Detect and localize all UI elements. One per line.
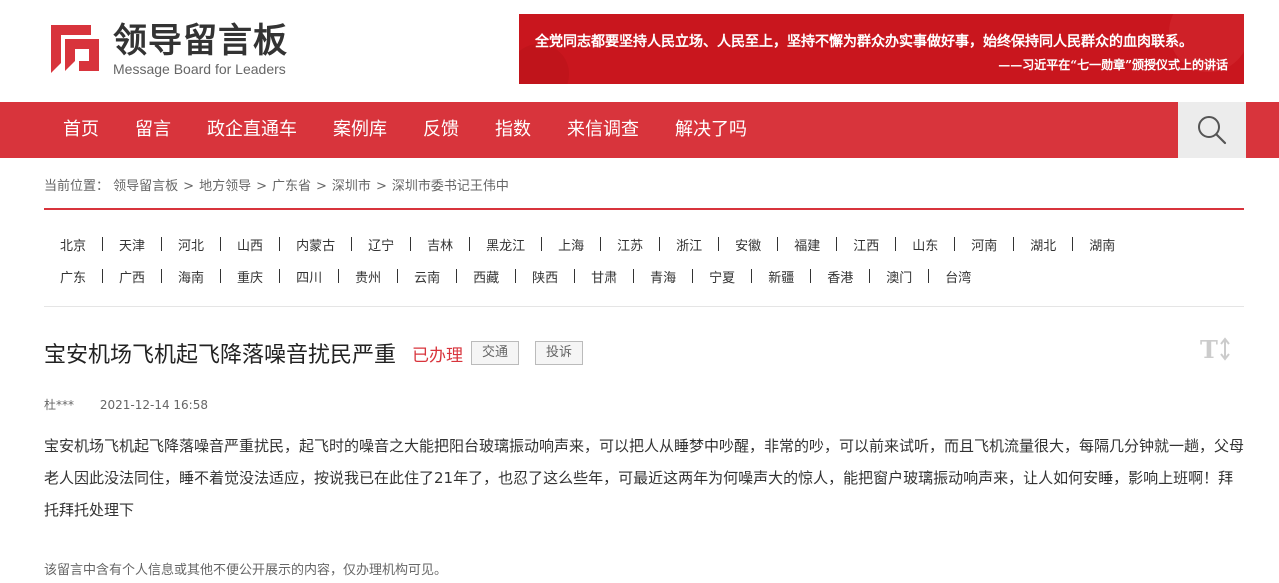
region-link[interactable]: 重庆 [221,267,279,286]
region-link[interactable]: 河南 [955,235,1013,254]
privacy-note: 该留言中含有个人信息或其他不便公开展示的内容，仅办理机构可见。 [44,563,448,578]
region-link[interactable]: 新疆 [752,267,810,286]
region-link[interactable]: 山东 [896,235,954,254]
region-link[interactable]: 陕西 [516,267,574,286]
section-divider-red [44,208,1244,210]
region-link[interactable]: 福建 [778,235,836,254]
region-link[interactable]: 甘肃 [575,267,633,286]
breadcrumb-item[interactable]: 领导留言板 [113,179,178,194]
breadcrumb-item[interactable]: 深圳市委书记王伟中 [392,179,509,194]
region-link[interactable]: 江西 [837,235,895,254]
section-divider-gray [44,306,1244,307]
breadcrumb-separator: > [256,179,267,194]
region-link[interactable]: 浙江 [660,235,718,254]
post-date: 2021-12-14 16:58 [99,398,208,412]
region-link[interactable]: 海南 [162,267,220,286]
nav-item-survey[interactable]: 来信调查 [549,102,657,158]
logo-title: 领导留言板 [113,21,288,61]
breadcrumb-separator: > [183,179,195,194]
main-nav: 首页 留言 政企直通车 案例库 反馈 指数 来信调查 解决了吗 [0,102,1279,158]
region-link[interactable]: 澳门 [870,267,928,286]
region-link[interactable]: 吉林 [411,235,469,254]
search-icon [1198,116,1227,145]
region-link[interactable]: 安徽 [719,235,777,254]
site-header: 领导留言板 Message Board for Leaders 全党同志都要坚持… [0,0,1279,102]
region-link[interactable]: 云南 [398,267,456,286]
region-link[interactable]: 西藏 [457,267,515,286]
region-link[interactable]: 香港 [811,267,869,286]
region-link[interactable]: 上海 [542,235,600,254]
message-title: 宝安机场飞机起飞降落噪音扰民严重 [44,343,397,368]
breadcrumb-separator: > [316,179,327,194]
nav-item-messages[interactable]: 留言 [117,102,189,158]
breadcrumb-item[interactable]: 深圳市 [332,179,371,194]
status-badge: 已办理 [412,345,464,366]
search-button[interactable] [1178,102,1246,158]
banner-source: ——习近平在“七一勋章”颁授仪式上的讲话 [998,58,1228,72]
region-link[interactable]: 台湾 [929,267,987,286]
region-link[interactable]: 天津 [103,235,161,254]
region-link[interactable]: 山西 [221,235,279,254]
breadcrumb-item[interactable]: 地方领导 [199,179,251,194]
region-link[interactable]: 宁夏 [693,267,751,286]
region-row: 北京 天津 河北 山西 内蒙古 辽宁 吉林 黑龙江 上海 江苏 浙江 安徽 福建 江西 山东 河南 湖北 湖南 [44,228,1244,260]
region-list: 北京 天津 河北 山西 内蒙古 辽宁 吉林 黑龙江 上海 江苏 浙江 安徽 福建 江西 山东 河南 湖北 湖南 广… [44,228,1244,292]
nav-item-enterprise[interactable]: 政企直通车 [189,102,315,158]
region-link[interactable]: 湖南 [1073,235,1131,254]
nav-item-cases[interactable]: 案例库 [315,102,405,158]
banner-quote: 全党同志都要坚持人民立场、人民至上，坚持不懈为群众办实事做好事，始终保持同人民群… [535,34,1193,50]
breadcrumb-prefix: 当前位置： [44,179,110,194]
author: 杜*** [44,398,75,412]
breadcrumb: 当前位置： 领导留言板 > 地方领导 > 广东省 > 深圳市 > 深圳市委书记王伟中 [44,175,509,194]
logo-subtitle: Message Board for Leaders [113,61,286,77]
message-meta: 杜*** 2021-12-14 16:58 [44,396,208,413]
breadcrumb-item[interactable]: 广东省 [272,179,311,194]
region-link[interactable]: 北京 [44,235,102,254]
region-link[interactable]: 辽宁 [352,235,410,254]
region-row: 广东 广西 海南 重庆 四川 贵州 云南 西藏 陕西 甘肃 青海 宁夏 新疆 香港 澳门 台湾 [44,260,1244,292]
region-link[interactable]: 四川 [280,267,338,286]
logo-mark-icon [45,21,103,79]
region-link[interactable]: 黑龙江 [470,235,541,254]
nav-item-solved[interactable]: 解决了吗 [657,102,765,158]
site-logo[interactable]: 领导留言板 Message Board for Leaders [45,20,345,80]
region-link[interactable]: 江苏 [601,235,659,254]
complaint-tag[interactable]: 投诉 [535,341,584,365]
region-link[interactable]: 青海 [634,267,692,286]
message-title-row: 宝安机场飞机起飞降落噪音扰民严重 已办理 交通 投诉 [44,338,584,368]
region-link[interactable]: 内蒙古 [280,235,351,254]
nav-item-index[interactable]: 指数 [477,102,549,158]
region-link[interactable]: 湖北 [1014,235,1072,254]
message-body: 宝安机场飞机起飞降落噪音严重扰民，起飞时的噪音之大能把阳台玻璃振动响声来，可以把… [44,437,1245,519]
nav-item-home[interactable]: 首页 [45,102,117,158]
font-size-icon[interactable]: T [1200,334,1234,364]
region-link[interactable]: 广东 [44,267,102,286]
svg-text:T: T [1200,335,1218,364]
region-link[interactable]: 贵州 [339,267,397,286]
breadcrumb-separator: > [375,179,387,194]
slogan-banner: 全党同志都要坚持人民立场、人民至上，坚持不懈为群众办实事做好事，始终保持同人民群… [519,14,1244,84]
nav-item-feedback[interactable]: 反馈 [405,102,477,158]
region-link[interactable]: 河北 [162,235,220,254]
region-link[interactable]: 广西 [103,267,161,286]
category-tag[interactable]: 交通 [471,341,520,365]
